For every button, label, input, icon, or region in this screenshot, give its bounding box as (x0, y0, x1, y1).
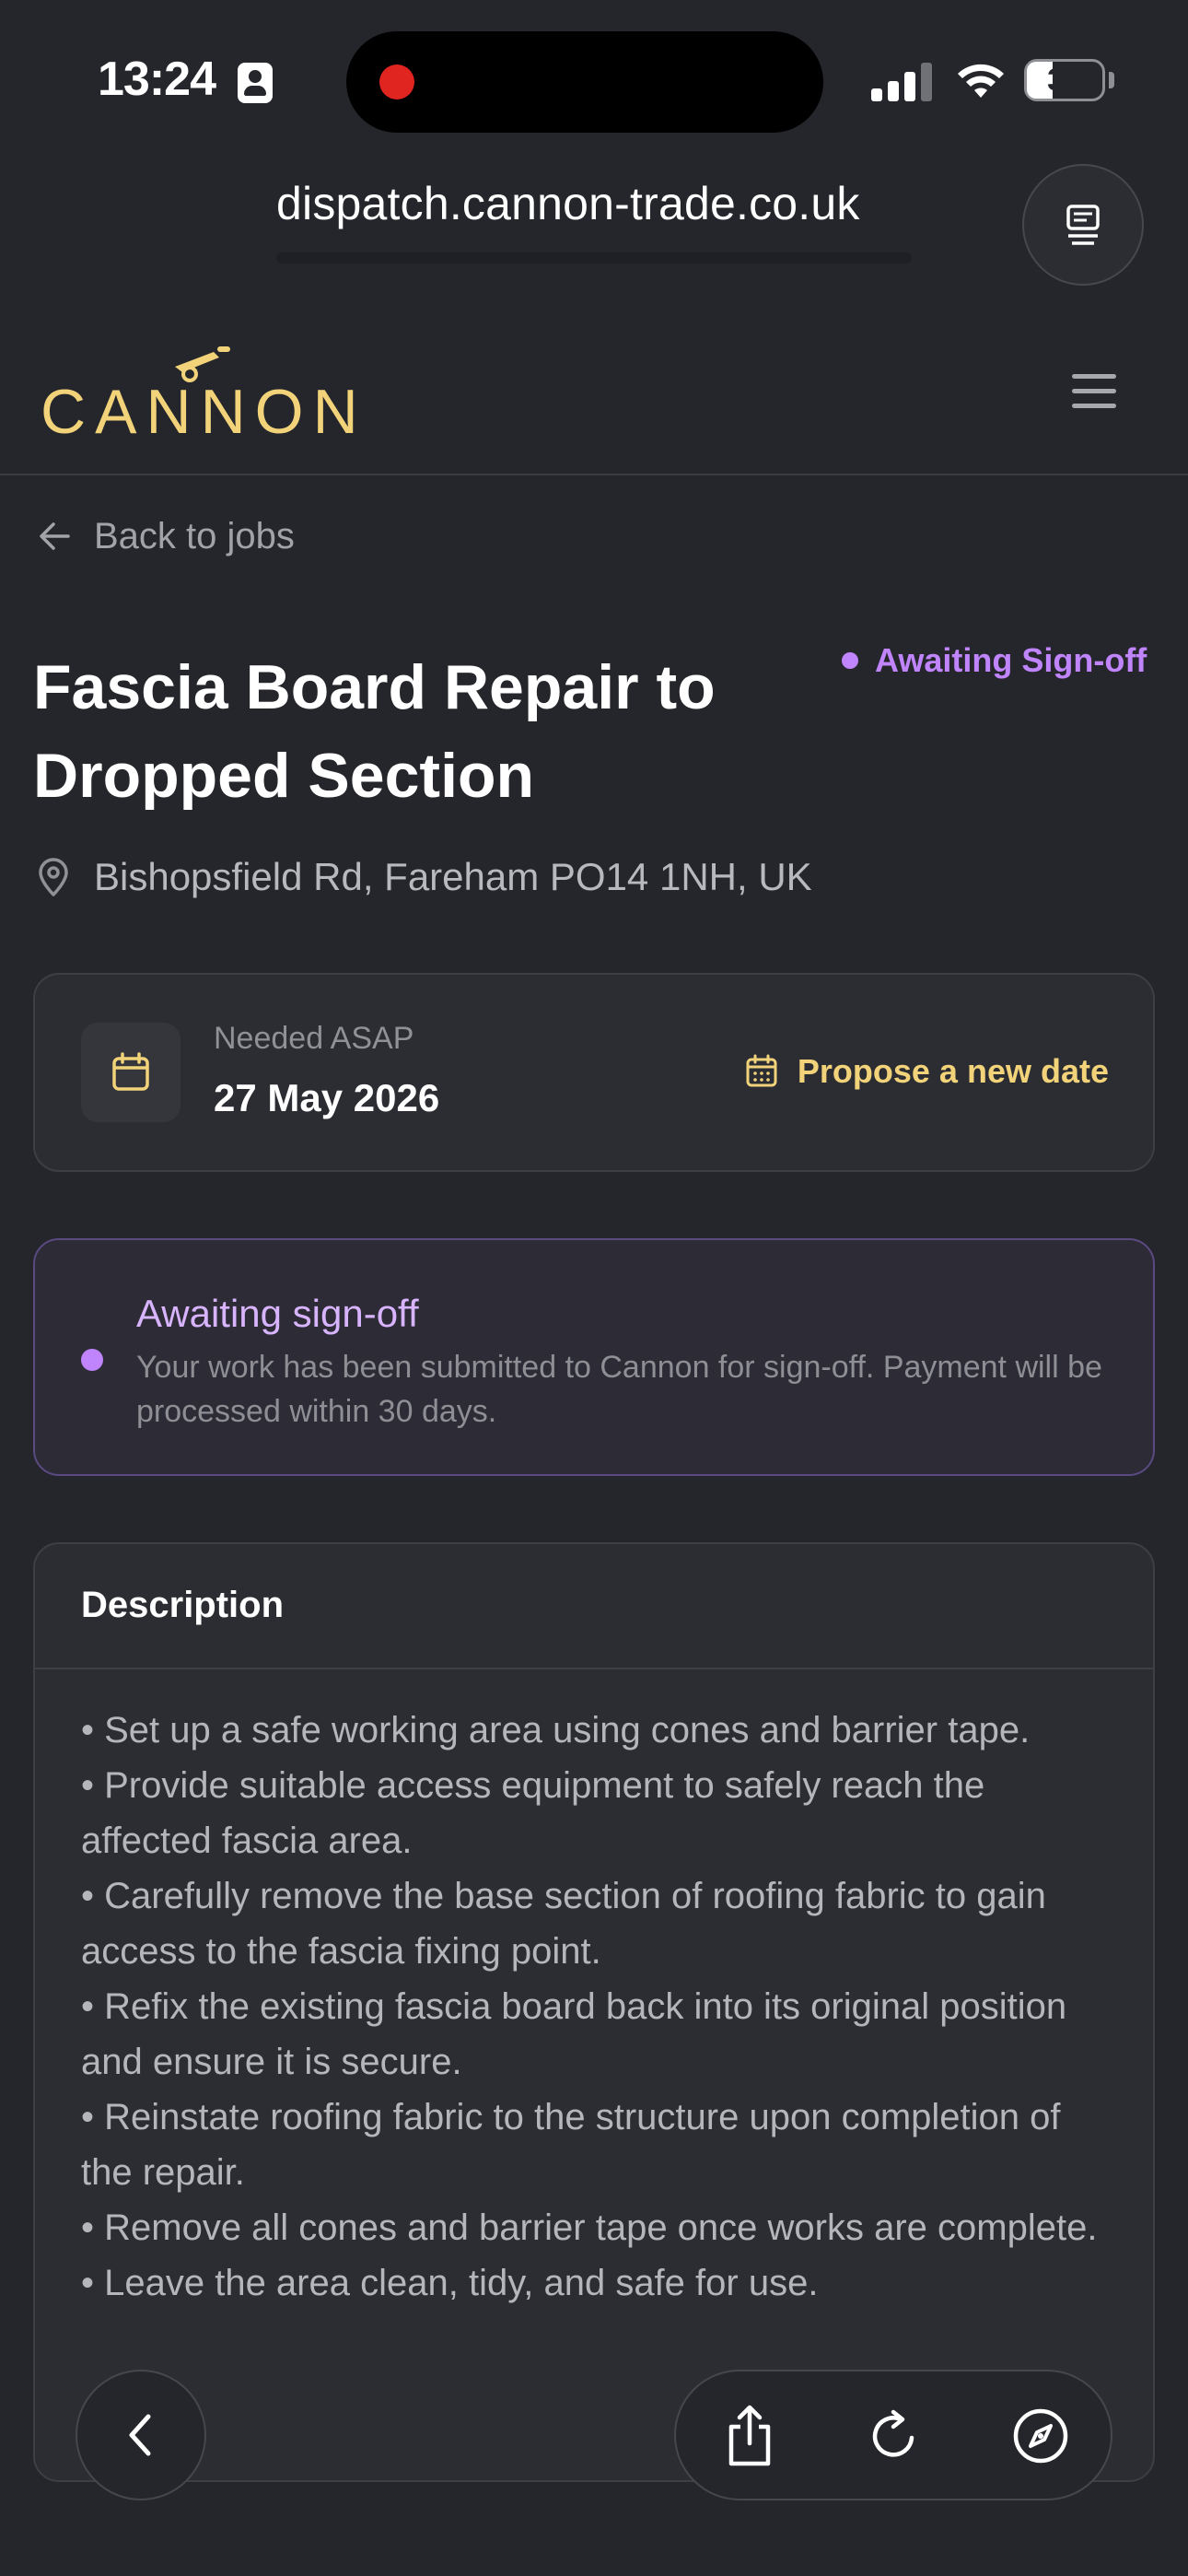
date-card: Needed ASAP 27 May 2026 Propose a new da… (33, 973, 1155, 1172)
browser-toolbar (674, 2370, 1112, 2500)
job-title: Fascia Board Repair to Dropped Section (33, 652, 716, 811)
battery-tip (1109, 72, 1114, 88)
status-bar: 13:24 34 (0, 0, 1188, 157)
dynamic-island (346, 31, 823, 133)
browser-back-button[interactable] (76, 2370, 206, 2500)
reader-mode-button[interactable] (1022, 164, 1144, 286)
battery-level: 34 (1047, 63, 1082, 98)
hamburger-menu-button[interactable] (1072, 372, 1116, 409)
recording-indicator-icon (379, 64, 414, 100)
signoff-message: Your work has been submitted to Cannon f… (136, 1350, 1102, 1429)
reload-icon (872, 2409, 914, 2457)
description-line: • Leave the area clean, tidy, and safe f… (81, 2263, 819, 2303)
description-line: • Set up a safe working area using cones… (81, 1710, 1031, 1751)
description-heading: Description (35, 1544, 1153, 1669)
contact-card-icon (238, 63, 273, 103)
description-line: • Carefully remove the base section of r… (81, 1876, 1046, 1972)
job-address: Bishopsfield Rd, Fareham PO14 1NH, UK (37, 855, 812, 899)
description-card: Description • Set up a safe working area… (33, 1542, 1155, 2482)
calendar-grid-icon (746, 1054, 777, 1087)
reader-mode-icon (1066, 205, 1100, 245)
date-label: Needed ASAP (214, 1021, 414, 1056)
compass-icon (1013, 2408, 1068, 2464)
job-address-text: Bishopsfield Rd, Fareham PO14 1NH, UK (94, 855, 812, 898)
status-dot (842, 652, 858, 669)
status-badge: Awaiting Sign-off (842, 641, 1147, 680)
reload-button[interactable] (856, 2397, 934, 2475)
location-pin-icon (39, 858, 68, 896)
back-to-jobs-link[interactable]: Back to jobs (37, 512, 295, 560)
share-button[interactable] (711, 2397, 788, 2475)
back-chevron-icon (129, 2414, 151, 2456)
description-line: • Refix the existing fascia board back i… (81, 1986, 1067, 2082)
status-time: 13:24 (98, 53, 216, 106)
description-line: • Provide suitable access equipment to s… (81, 1765, 985, 1861)
page: 13:24 34 dispatch.cannon-trade.co.uk CAN… (0, 0, 1188, 2576)
signal-icon (871, 61, 932, 101)
signoff-status-dot (81, 1349, 103, 1371)
propose-new-date-label: Propose a new date (797, 1052, 1109, 1090)
wifi-icon (958, 64, 1004, 98)
compass-button[interactable] (1002, 2397, 1079, 2475)
propose-new-date-button[interactable]: Propose a new date (744, 1052, 1109, 1091)
arrow-left-icon (40, 522, 70, 550)
description-line: • Remove all cones and barrier tape once… (81, 2207, 1098, 2248)
description-body: • Set up a safe working area using cones… (35, 1669, 1153, 2311)
calendar-icon (112, 1052, 149, 1091)
address-bar-url[interactable]: dispatch.cannon-trade.co.uk (276, 177, 912, 230)
signoff-notice: Awaiting sign-off Your work has been sub… (33, 1238, 1155, 1476)
address-bar-underline (276, 252, 912, 263)
signoff-title: Awaiting sign-off (136, 1292, 419, 1335)
share-icon (728, 2405, 771, 2466)
battery-icon: 34 (1024, 59, 1105, 101)
date-value: 27 May 2026 (214, 1076, 440, 1119)
description-line: • Reinstate roofing fabric to the struct… (81, 2097, 1061, 2193)
calendar-tile (81, 1023, 181, 1122)
cannon-logo[interactable]: CANNON (41, 376, 367, 448)
status-badge-label: Awaiting Sign-off (875, 641, 1147, 679)
back-to-jobs-label: Back to jobs (94, 515, 295, 556)
